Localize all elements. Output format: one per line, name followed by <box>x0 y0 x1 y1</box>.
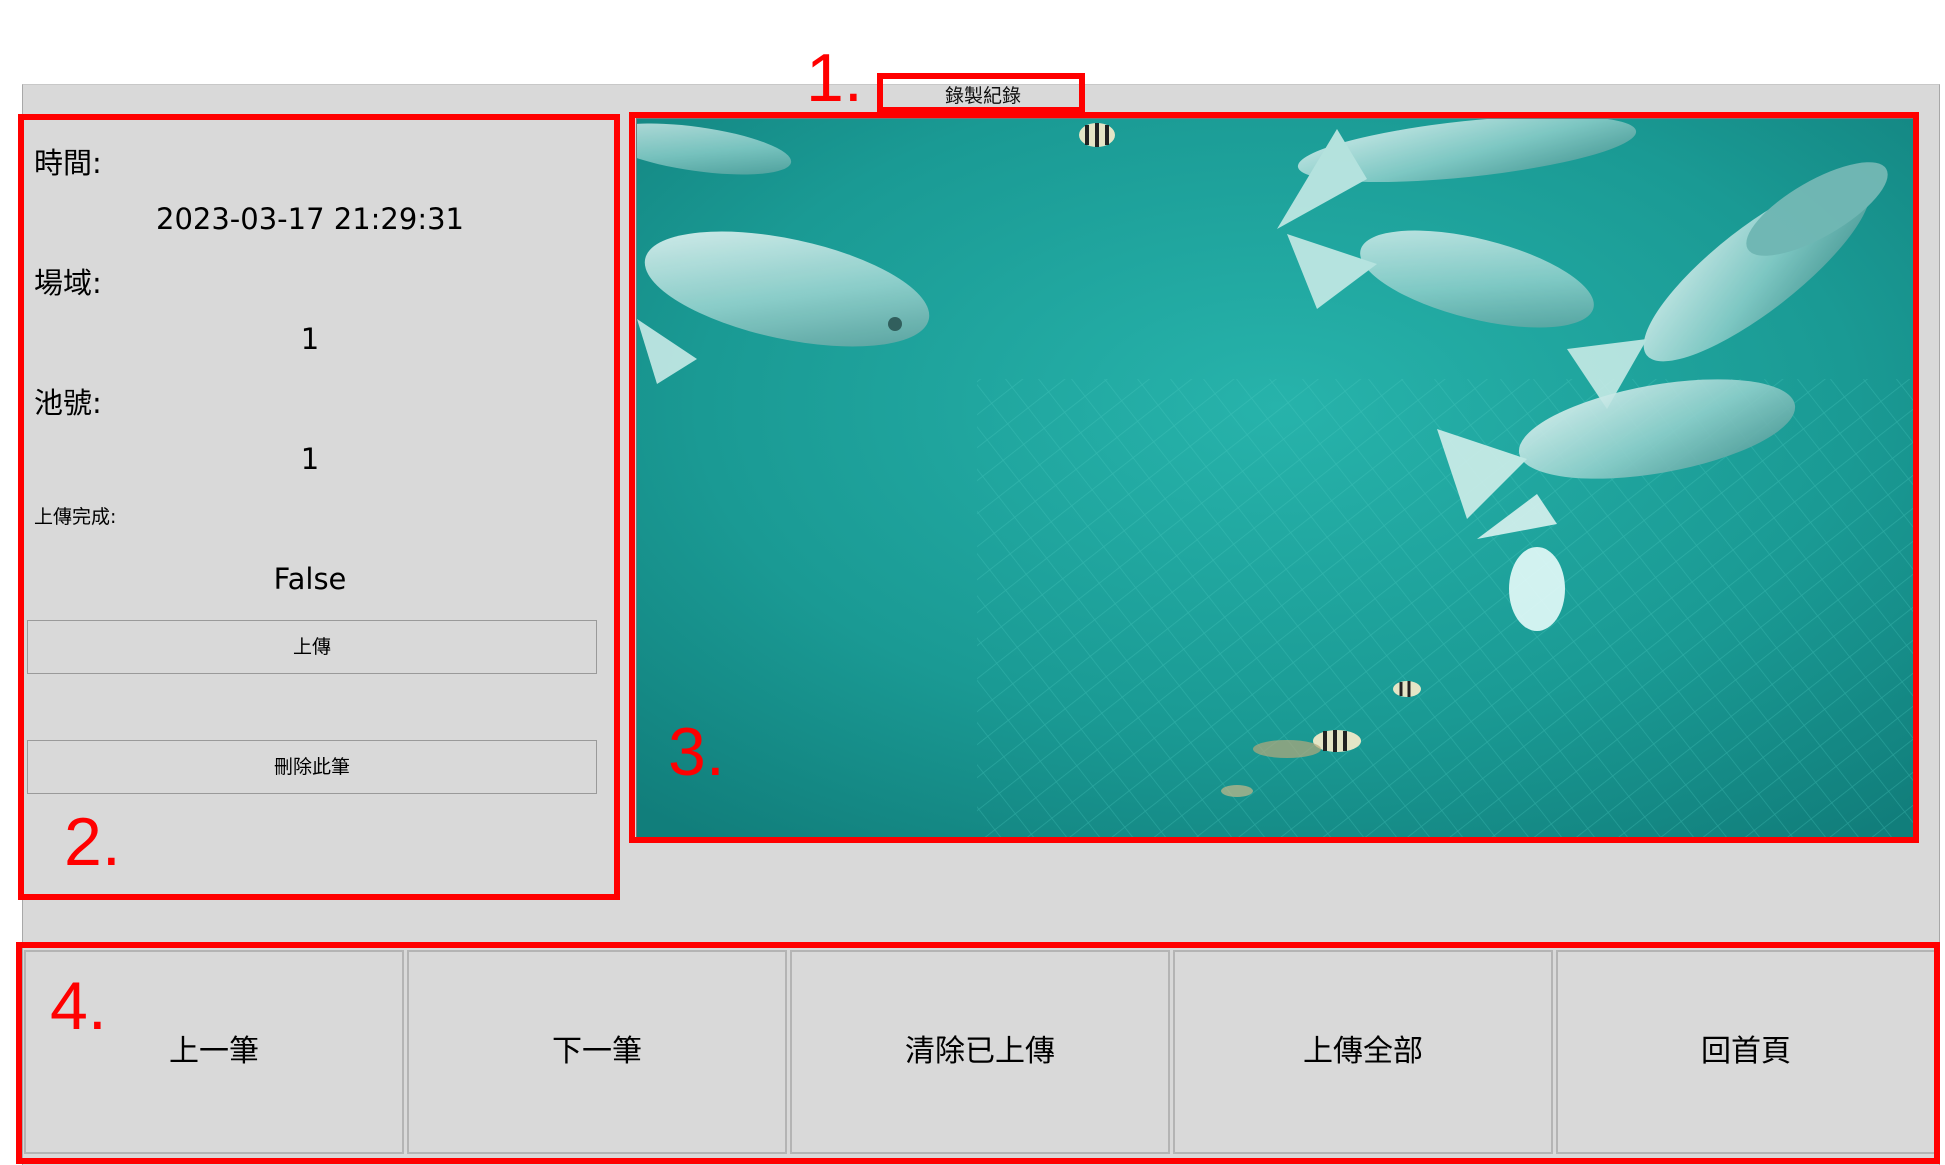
callout-number-3: 3. <box>668 714 725 790</box>
callout-number-2: 2. <box>64 804 121 880</box>
callout-box-2 <box>18 114 620 900</box>
callout-box-3 <box>629 112 1919 843</box>
callout-number-1: 1. <box>806 40 863 116</box>
callout-number-4: 4. <box>50 968 107 1044</box>
callout-box-1 <box>877 73 1085 113</box>
callout-box-4 <box>16 942 1940 1164</box>
